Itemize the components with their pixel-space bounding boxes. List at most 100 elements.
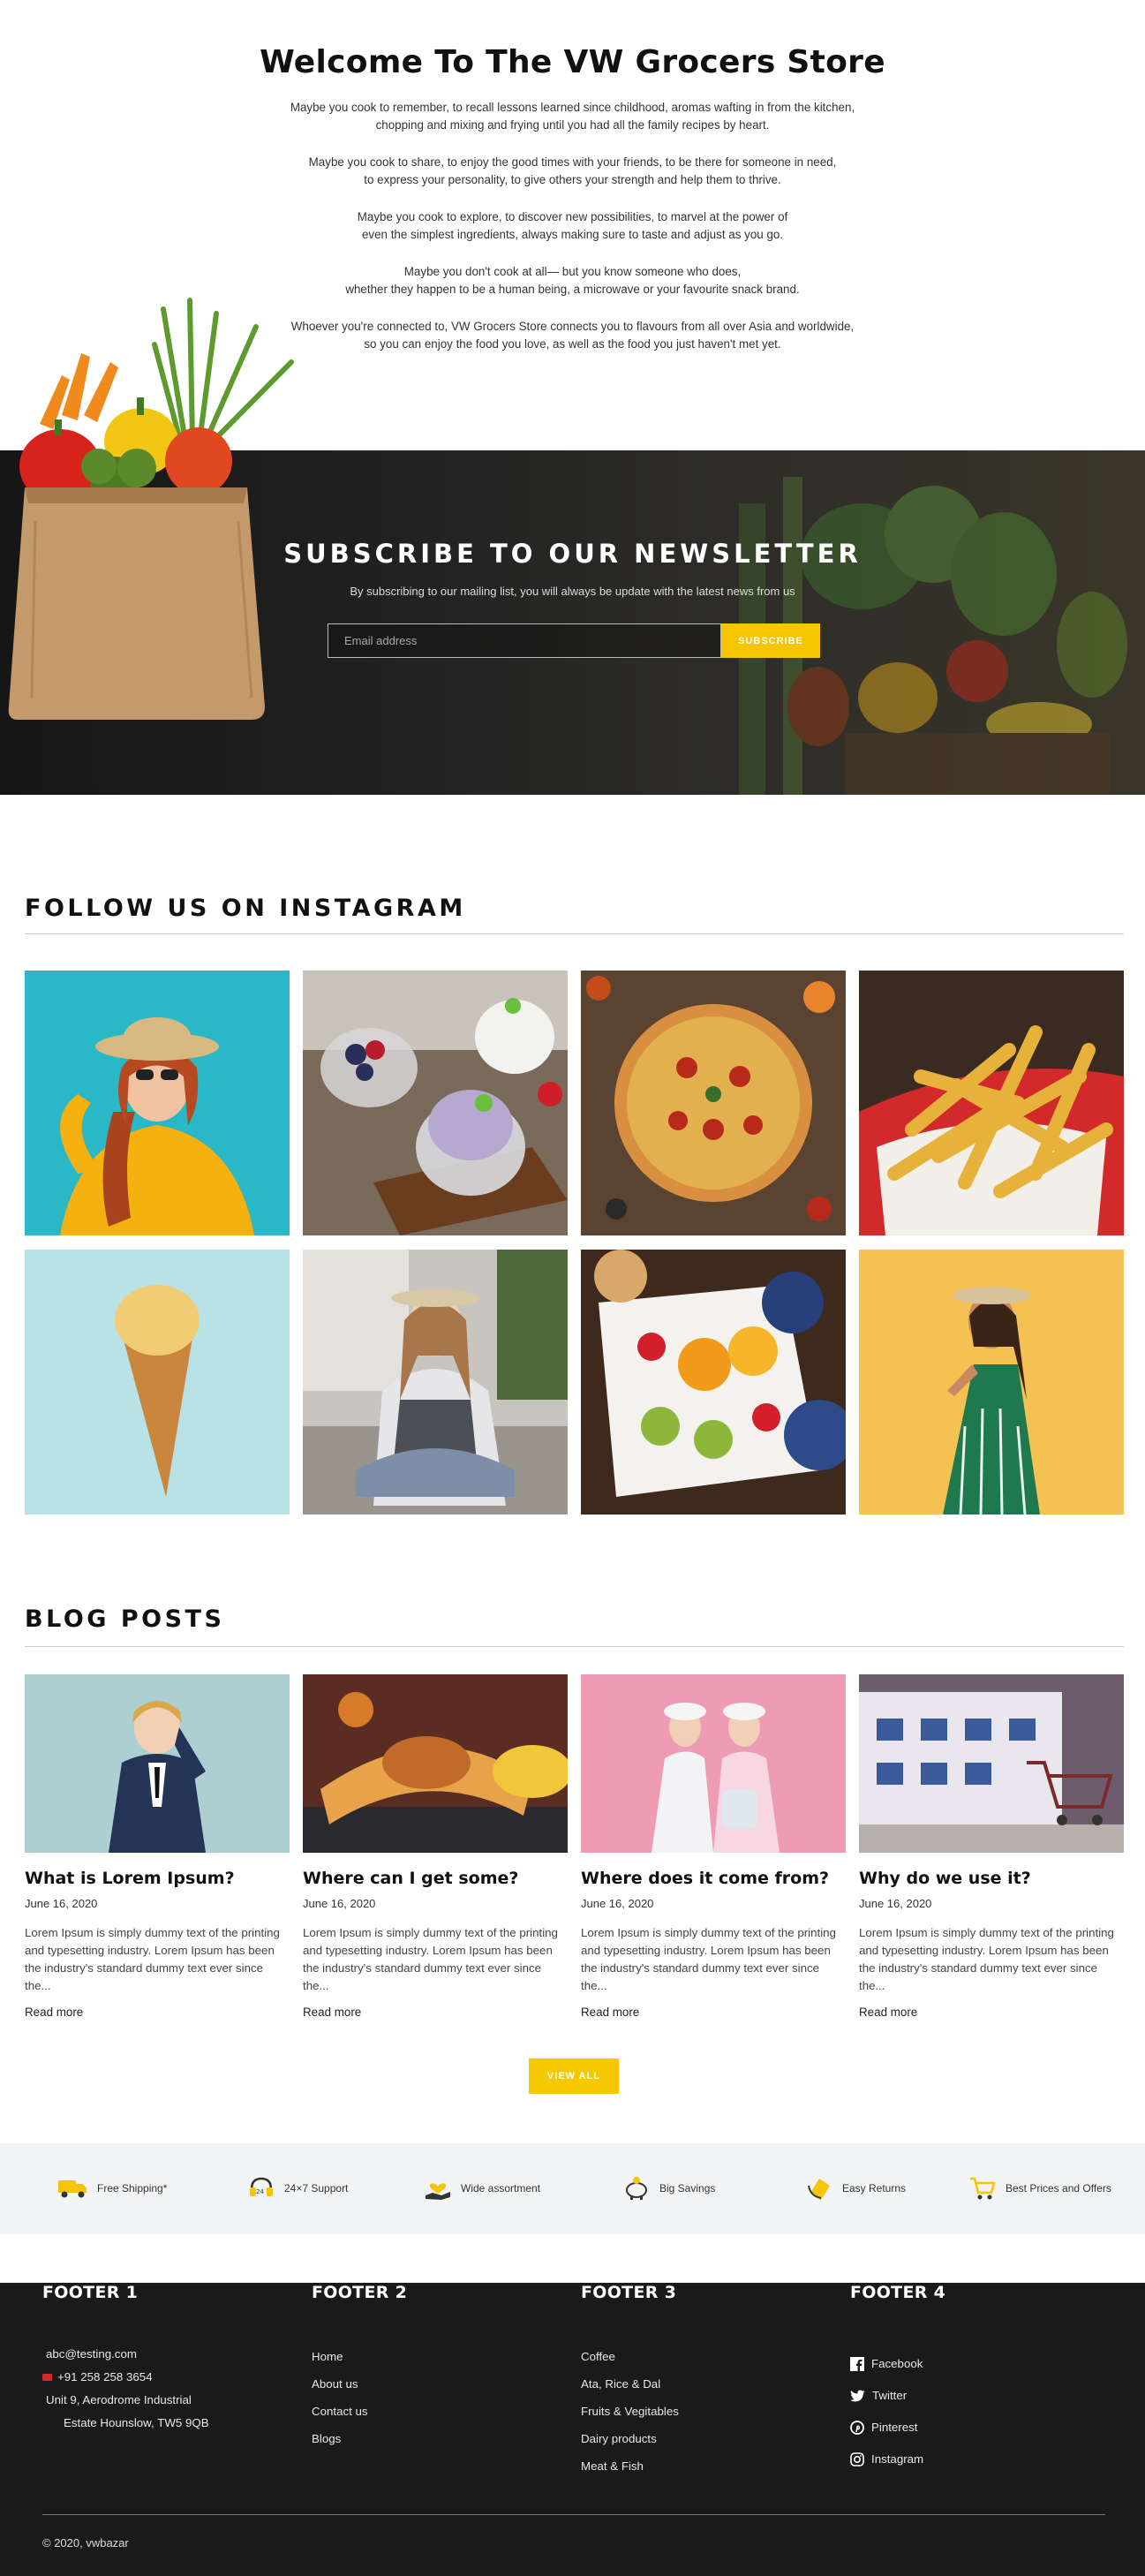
feature-free-shipping: Free Shipping* [56, 2175, 167, 2202]
instagram-title: FOLLOW US ON INSTAGRAM [25, 895, 466, 922]
feature-label: Free Shipping* [97, 2182, 168, 2195]
welcome-paragraph: Maybe you cook to share, to enjoy the go… [308, 155, 837, 186]
instagram-grid [25, 971, 1124, 1515]
footer-4-title: FOOTER 4 [850, 2283, 946, 2302]
blog-post-excerpt: Lorem Ipsum is simply dummy text of the … [303, 1926, 558, 1992]
social-label: Instagram [871, 2452, 924, 2466]
footer-address-line: Unit 9, Aerodrome Industrial [46, 2393, 192, 2406]
instagram-icon [850, 2452, 864, 2466]
subscribe-button[interactable]: SUBSCRIBE [721, 623, 820, 658]
footer-address-line: Estate Hounslow, TW5 9QB [64, 2416, 209, 2429]
feature-label: 24×7 Support [284, 2182, 349, 2195]
headset-icon: 24 [250, 2177, 273, 2196]
feature-label: Big Savings [659, 2182, 716, 2195]
blog-card: Where does it come from? June 16, 2020 L… [581, 1674, 846, 2019]
site-footer: FOOTER 1 FOOTER 2 FOOTER 3 FOOTER 4 abc@… [0, 2283, 1145, 2576]
pinterest-icon [850, 2421, 864, 2435]
blog-divider [25, 1646, 1124, 1647]
return-box-icon [808, 2179, 830, 2200]
footer-2-title: FOOTER 2 [312, 2283, 408, 2302]
welcome-paragraph: Maybe you don't cook at all— but you kno… [345, 265, 800, 296]
footer-link-home[interactable]: Home [312, 2343, 368, 2370]
blog-title: BLOG POSTS [25, 1605, 225, 1633]
footer-link-pinterest[interactable]: Pinterest [850, 2412, 923, 2444]
footer-divider [42, 2514, 1105, 2515]
read-more-link[interactable]: Read more [859, 2006, 1124, 2019]
blog-card: What is Lorem Ipsum? June 16, 2020 Lorem… [25, 1674, 290, 2019]
hand-heart-icon [426, 2183, 450, 2200]
footer-email-link[interactable]: abc@testing.com [42, 2343, 209, 2366]
footer-link-contact[interactable]: Contact us [312, 2398, 368, 2425]
instagram-tile[interactable] [303, 971, 568, 1235]
welcome-text: Maybe you cook to remember, to recall le… [238, 99, 907, 373]
blog-thumbnail[interactable] [25, 1674, 290, 1853]
blog-post-date: June 16, 2020 [859, 1897, 932, 1910]
feature-label: Easy Returns [842, 2182, 907, 2195]
footer-phone: +91 258 258 3654 [42, 2366, 209, 2389]
welcome-paragraph: Whoever you're connected to, VW Grocers … [290, 320, 855, 351]
blog-post-title[interactable]: Where can I get some? [303, 1869, 568, 1888]
blog-post-excerpt: Lorem Ipsum is simply dummy text of the … [859, 1926, 1114, 1992]
social-label: Pinterest [871, 2421, 918, 2434]
footer-link-blogs[interactable]: Blogs [312, 2425, 368, 2452]
feature-label: Best Prices and Offers [1006, 2182, 1111, 2195]
blog-post-title[interactable]: What is Lorem Ipsum? [25, 1869, 290, 1888]
blog-thumbnail[interactable] [303, 1674, 568, 1853]
blog-post-date: June 16, 2020 [303, 1897, 376, 1910]
blog-post-title[interactable]: Why do we use it? [859, 1869, 1124, 1888]
footer-link-meat-fish[interactable]: Meat & Fish [581, 2452, 679, 2480]
footer-link-dairy[interactable]: Dairy products [581, 2425, 679, 2452]
email-input[interactable] [328, 623, 721, 658]
svg-text:24: 24 [256, 2188, 264, 2195]
features-bar: Free Shipping* 24 24×7 Support Wide asso… [0, 2143, 1145, 2234]
instagram-tile[interactable] [859, 971, 1124, 1235]
feature-best-prices: Best Prices and Offers [968, 2175, 1111, 2202]
footer-3-links: Coffee Ata, Rice & Dal Fruits & Vegitabl… [581, 2343, 679, 2480]
twitter-icon [850, 2390, 865, 2401]
read-more-link[interactable]: Read more [581, 2006, 846, 2019]
welcome-title: Welcome To The VW Grocers Store [260, 44, 885, 80]
blog-post-date: June 16, 2020 [25, 1897, 98, 1910]
footer-contact: abc@testing.com +91 258 258 3654 Unit 9,… [42, 2343, 209, 2435]
footer-2-links: Home About us Contact us Blogs [312, 2343, 368, 2452]
facebook-icon [850, 2357, 864, 2371]
read-more-link[interactable]: Read more [25, 2006, 290, 2019]
footer-link-instagram[interactable]: Instagram [850, 2444, 923, 2475]
footer-1-title: FOOTER 1 [42, 2283, 139, 2302]
welcome-paragraph: Maybe you cook to explore, to discover n… [357, 210, 788, 241]
instagram-tile[interactable] [25, 1250, 290, 1515]
copyright-text: © 2020, vwbazar [42, 2536, 129, 2550]
cart-icon [970, 2177, 996, 2200]
footer-phone-number: +91 258 258 3654 [57, 2370, 153, 2383]
footer-link-facebook[interactable]: Facebook [850, 2348, 923, 2380]
feature-assortment: Wide assortment [424, 2175, 540, 2202]
truck-icon [58, 2180, 87, 2198]
blog-card: Where can I get some? June 16, 2020 Lore… [303, 1674, 568, 2019]
grocery-bag-image [8, 298, 294, 720]
footer-link-fruits-vegetables[interactable]: Fruits & Vegitables [581, 2398, 679, 2425]
social-label: Facebook [871, 2357, 923, 2370]
footer-link-ata-rice-dal[interactable]: Ata, Rice & Dal [581, 2370, 679, 2398]
read-more-link[interactable]: Read more [303, 2006, 568, 2019]
footer-link-about[interactable]: About us [312, 2370, 368, 2398]
feature-label: Wide assortment [461, 2182, 541, 2195]
instagram-tile[interactable] [25, 971, 290, 1235]
footer-link-coffee[interactable]: Coffee [581, 2343, 679, 2370]
blog-post-excerpt: Lorem Ipsum is simply dummy text of the … [25, 1926, 280, 1992]
instagram-tile[interactable] [303, 1250, 568, 1515]
welcome-paragraph: Maybe you cook to remember, to recall le… [290, 101, 855, 132]
feature-returns: Easy Returns [805, 2175, 906, 2202]
social-label: Twitter [872, 2389, 908, 2402]
instagram-tile[interactable] [581, 971, 846, 1235]
footer-3-title: FOOTER 3 [581, 2283, 677, 2302]
feature-support: 24 24×7 Support [247, 2175, 348, 2202]
blog-thumbnail[interactable] [581, 1674, 846, 1853]
blog-post-date: June 16, 2020 [581, 1897, 654, 1910]
instagram-tile[interactable] [581, 1250, 846, 1515]
blog-thumbnail[interactable] [859, 1674, 1124, 1853]
instagram-tile[interactable] [859, 1250, 1124, 1515]
view-all-button[interactable]: VIEW ALL [529, 2059, 619, 2094]
vegetables-background-image [739, 477, 1127, 795]
footer-link-twitter[interactable]: Twitter [850, 2380, 923, 2412]
blog-post-title[interactable]: Where does it come from? [581, 1869, 846, 1888]
